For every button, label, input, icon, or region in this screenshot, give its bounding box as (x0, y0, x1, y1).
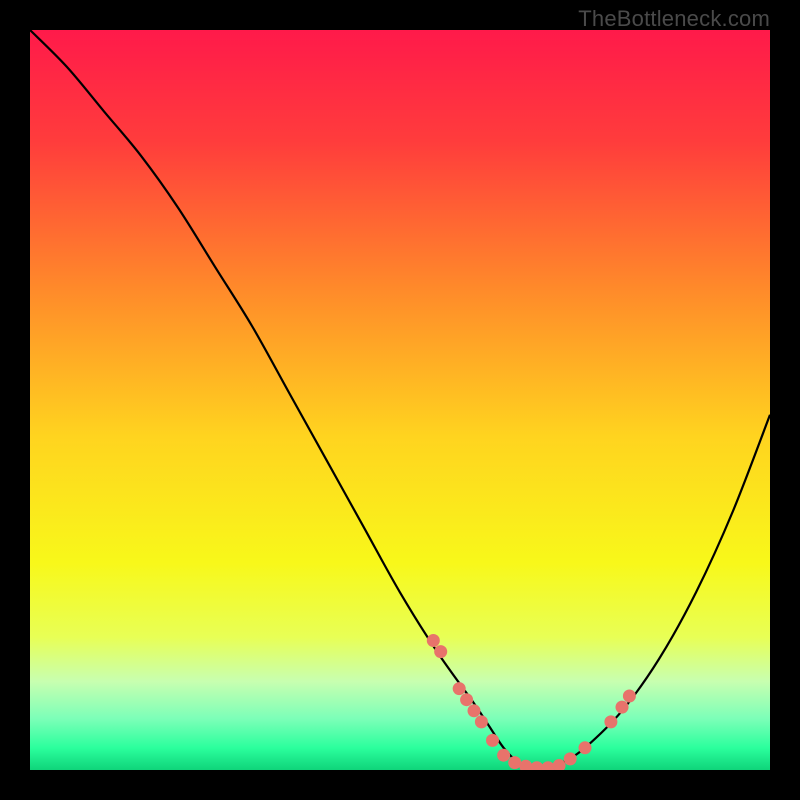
bottleneck-chart (30, 30, 770, 770)
curve-marker (460, 693, 473, 706)
curve-marker (564, 752, 577, 765)
curve-marker (508, 756, 521, 769)
chart-frame (30, 30, 770, 770)
curve-marker (579, 741, 592, 754)
watermark-label: TheBottleneck.com (578, 6, 770, 32)
curve-marker (468, 704, 481, 717)
curve-marker (453, 682, 466, 695)
curve-marker (427, 634, 440, 647)
curve-marker (475, 715, 488, 728)
curve-marker (497, 749, 510, 762)
curve-marker (434, 645, 447, 658)
curve-marker (486, 734, 499, 747)
curve-marker (616, 701, 629, 714)
curve-marker (623, 690, 636, 703)
curve-marker (604, 715, 617, 728)
